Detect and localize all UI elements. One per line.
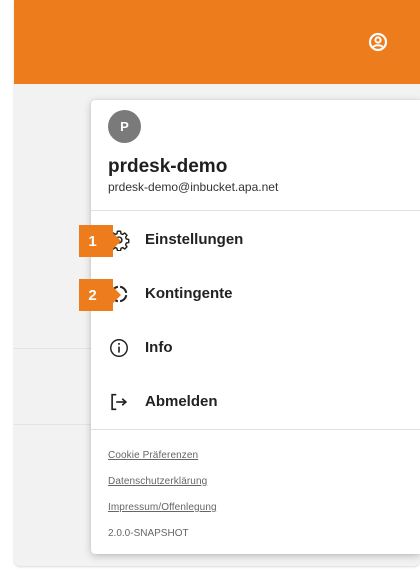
callout-number: 2 [88, 286, 97, 304]
menu-item-label: Kontingente [145, 285, 233, 302]
top-app-bar [14, 0, 420, 84]
avatar: P [108, 110, 141, 143]
menu-item-abmelden[interactable]: Abmelden [91, 377, 420, 429]
user-menu-dropdown: P prdesk-demo prdesk-demo@inbucket.apa.n… [91, 100, 420, 554]
callout-badge-1: 1 [79, 225, 121, 257]
menu-divider [91, 210, 420, 211]
callout-number: 1 [88, 232, 97, 250]
version-label: 2.0.0-SNAPSHOT [108, 528, 189, 539]
menu-divider [91, 429, 420, 430]
user-email: prdesk-demo@inbucket.apa.net [108, 180, 279, 194]
callout-arrow [113, 233, 121, 249]
menu-item-info[interactable]: Info [91, 323, 420, 375]
user-circle-icon[interactable] [368, 32, 388, 52]
callout-badge-2: 2 [79, 279, 121, 311]
menu-item-label: Info [145, 339, 173, 356]
imprint-link[interactable]: Impressum/Offenlegung [108, 502, 217, 513]
cookie-preferences-link[interactable]: Cookie Präferenzen [108, 450, 198, 461]
menu-item-kontingente[interactable]: Kontingente [91, 269, 420, 321]
user-name: prdesk-demo [108, 156, 228, 177]
menu-item-label: Abmelden [145, 393, 218, 410]
callout-arrow [113, 287, 121, 303]
menu-item-einstellungen[interactable]: Einstellungen [91, 215, 420, 267]
info-icon [108, 337, 130, 359]
menu-item-label: Einstellungen [145, 231, 244, 248]
logout-icon [108, 391, 130, 413]
privacy-policy-link[interactable]: Datenschutzerklärung [108, 476, 207, 487]
